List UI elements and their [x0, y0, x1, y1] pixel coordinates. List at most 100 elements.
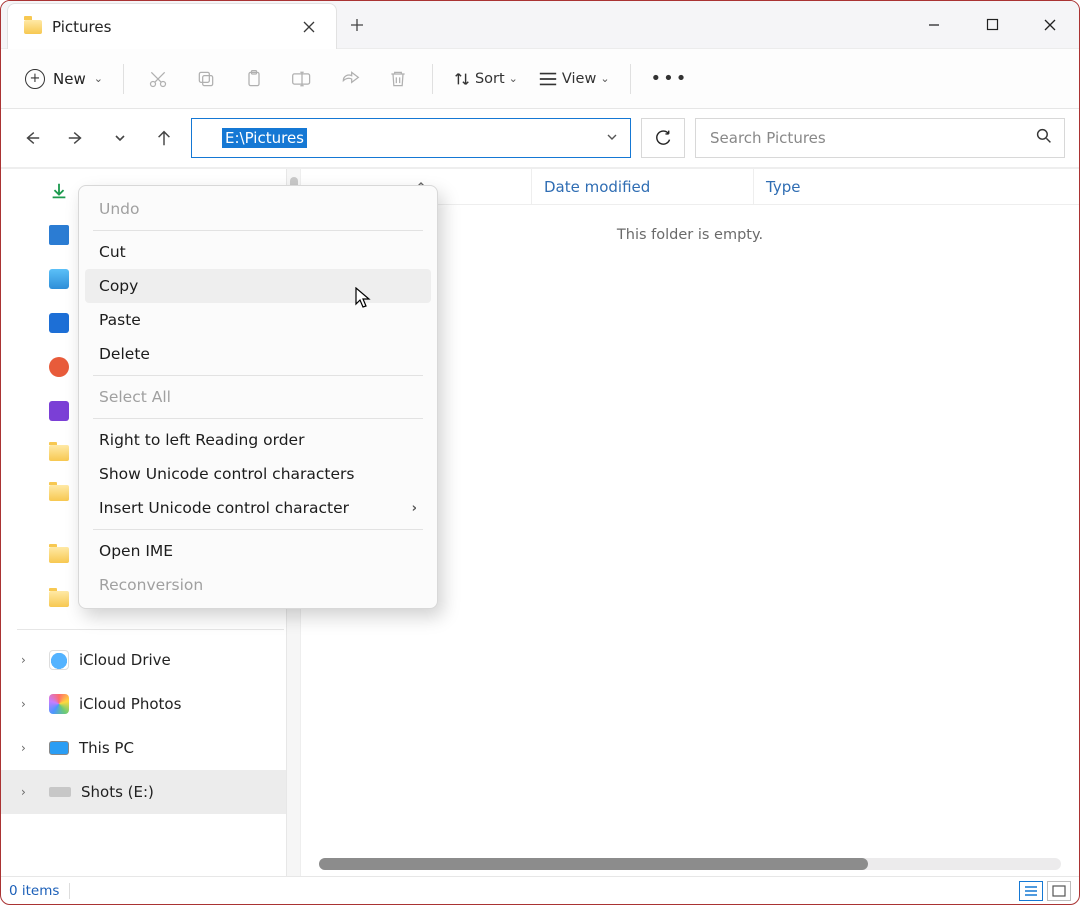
command-bar: + New ⌄ Sort ⌄ View [1, 49, 1079, 109]
sidebar-item-icloud-drive[interactable]: › iCloud Drive [1, 638, 300, 682]
cut-button[interactable] [138, 59, 178, 99]
ctx-insert-unicode[interactable]: Insert Unicode control character › [85, 491, 431, 525]
copy-icon [196, 69, 216, 89]
chevron-right-icon: › [21, 653, 26, 667]
chevron-down-icon: ⌄ [94, 72, 103, 85]
separator [17, 629, 284, 630]
drive-icon [49, 787, 71, 797]
chevron-right-icon: › [21, 741, 26, 755]
refresh-button[interactable] [641, 118, 685, 158]
horizontal-scrollbar[interactable] [319, 858, 1061, 870]
chevron-right-icon: › [412, 501, 417, 516]
separator [123, 64, 124, 94]
arrow-right-icon [67, 129, 85, 147]
separator [93, 230, 423, 231]
ellipsis-icon: ••• [651, 68, 689, 89]
ctx-open-ime[interactable]: Open IME [85, 534, 431, 568]
sidebar-item-shots-e[interactable]: › Shots (E:) [1, 770, 300, 814]
folder-icon [49, 445, 69, 461]
chevron-right-icon: › [21, 697, 26, 711]
ctx-copy[interactable]: Copy [85, 269, 431, 303]
sidebar-item-label: iCloud Drive [79, 651, 171, 669]
sidebar-item-label: iCloud Photos [79, 695, 181, 713]
ctx-select-all: Select All [85, 380, 431, 414]
sidebar-item-icloud-photos[interactable]: › iCloud Photos [1, 682, 300, 726]
navigation-row: E:\Pictures [1, 109, 1079, 169]
window-close-button[interactable] [1021, 1, 1079, 48]
arrow-up-icon [155, 129, 173, 147]
rename-icon [291, 69, 313, 89]
folder-icon [49, 591, 69, 607]
column-date-header[interactable]: Date modified [531, 169, 753, 204]
ctx-rtl-reading[interactable]: Right to left Reading order [85, 423, 431, 457]
chevron-down-icon [113, 131, 127, 145]
ctx-paste[interactable]: Paste [85, 303, 431, 337]
thumbnails-view-button[interactable] [1047, 881, 1071, 901]
folder-icon [200, 132, 216, 144]
context-menu: Undo Cut Copy Paste Delete Select All Ri… [78, 185, 438, 609]
chevron-down-icon: ⌄ [600, 72, 609, 85]
separator [432, 64, 433, 94]
scissors-icon [148, 69, 168, 89]
separator [630, 64, 631, 94]
rename-button[interactable] [282, 59, 322, 99]
photos-icon [49, 694, 69, 714]
folder-icon [49, 547, 69, 563]
grid-icon [49, 313, 69, 333]
paste-button[interactable] [234, 59, 274, 99]
column-type-label: Type [766, 178, 800, 196]
plus-circle-icon: + [25, 69, 45, 89]
separator [93, 375, 423, 376]
search-input[interactable] [708, 128, 1026, 148]
close-tab-button[interactable] [296, 14, 322, 40]
new-tab-button[interactable] [337, 1, 377, 48]
ctx-show-unicode[interactable]: Show Unicode control characters [85, 457, 431, 491]
new-button[interactable]: + New ⌄ [19, 59, 109, 99]
arrow-left-icon [23, 129, 41, 147]
computer-icon [49, 741, 69, 755]
ctx-delete[interactable]: Delete [85, 337, 431, 371]
download-icon [49, 181, 69, 201]
up-button[interactable] [147, 121, 181, 155]
image-icon [49, 269, 69, 289]
search-icon [1036, 128, 1052, 148]
view-toggle [1019, 881, 1071, 901]
share-button[interactable] [330, 59, 370, 99]
column-type-header[interactable]: Type [753, 169, 843, 204]
active-tab[interactable]: Pictures [7, 3, 337, 49]
copy-button[interactable] [186, 59, 226, 99]
music-icon [49, 357, 69, 377]
separator [93, 418, 423, 419]
scrollbar-thumb[interactable] [319, 858, 868, 870]
back-button[interactable] [15, 121, 49, 155]
address-history-button[interactable] [602, 131, 622, 146]
recent-locations-button[interactable] [103, 121, 137, 155]
address-text: E:\Pictures [222, 128, 307, 148]
new-label: New [53, 70, 86, 88]
folder-icon [49, 485, 69, 501]
grid-icon [1052, 885, 1066, 897]
minimize-button[interactable] [905, 1, 963, 48]
chevron-down-icon [606, 131, 618, 143]
delete-button[interactable] [378, 59, 418, 99]
tab-title: Pictures [52, 18, 286, 36]
address-bar[interactable]: E:\Pictures [191, 118, 631, 158]
ctx-cut[interactable]: Cut [85, 235, 431, 269]
details-view-button[interactable] [1019, 881, 1043, 901]
view-button[interactable]: View ⌄ [532, 59, 616, 99]
status-bar: 0 items [1, 876, 1079, 904]
sidebar-item-label: This PC [79, 739, 134, 757]
sidebar-item-this-pc[interactable]: › This PC [1, 726, 300, 770]
column-date-label: Date modified [544, 178, 650, 196]
maximize-button[interactable] [963, 1, 1021, 48]
document-icon [49, 225, 69, 245]
titlebar: Pictures [1, 1, 1079, 49]
more-button[interactable]: ••• [645, 59, 695, 99]
status-item-count: 0 items [9, 883, 59, 899]
folder-icon [24, 20, 42, 34]
forward-button[interactable] [59, 121, 93, 155]
search-box[interactable] [695, 118, 1065, 158]
view-label: View [562, 71, 596, 87]
separator [69, 883, 70, 899]
sort-button[interactable]: Sort ⌄ [447, 59, 524, 99]
